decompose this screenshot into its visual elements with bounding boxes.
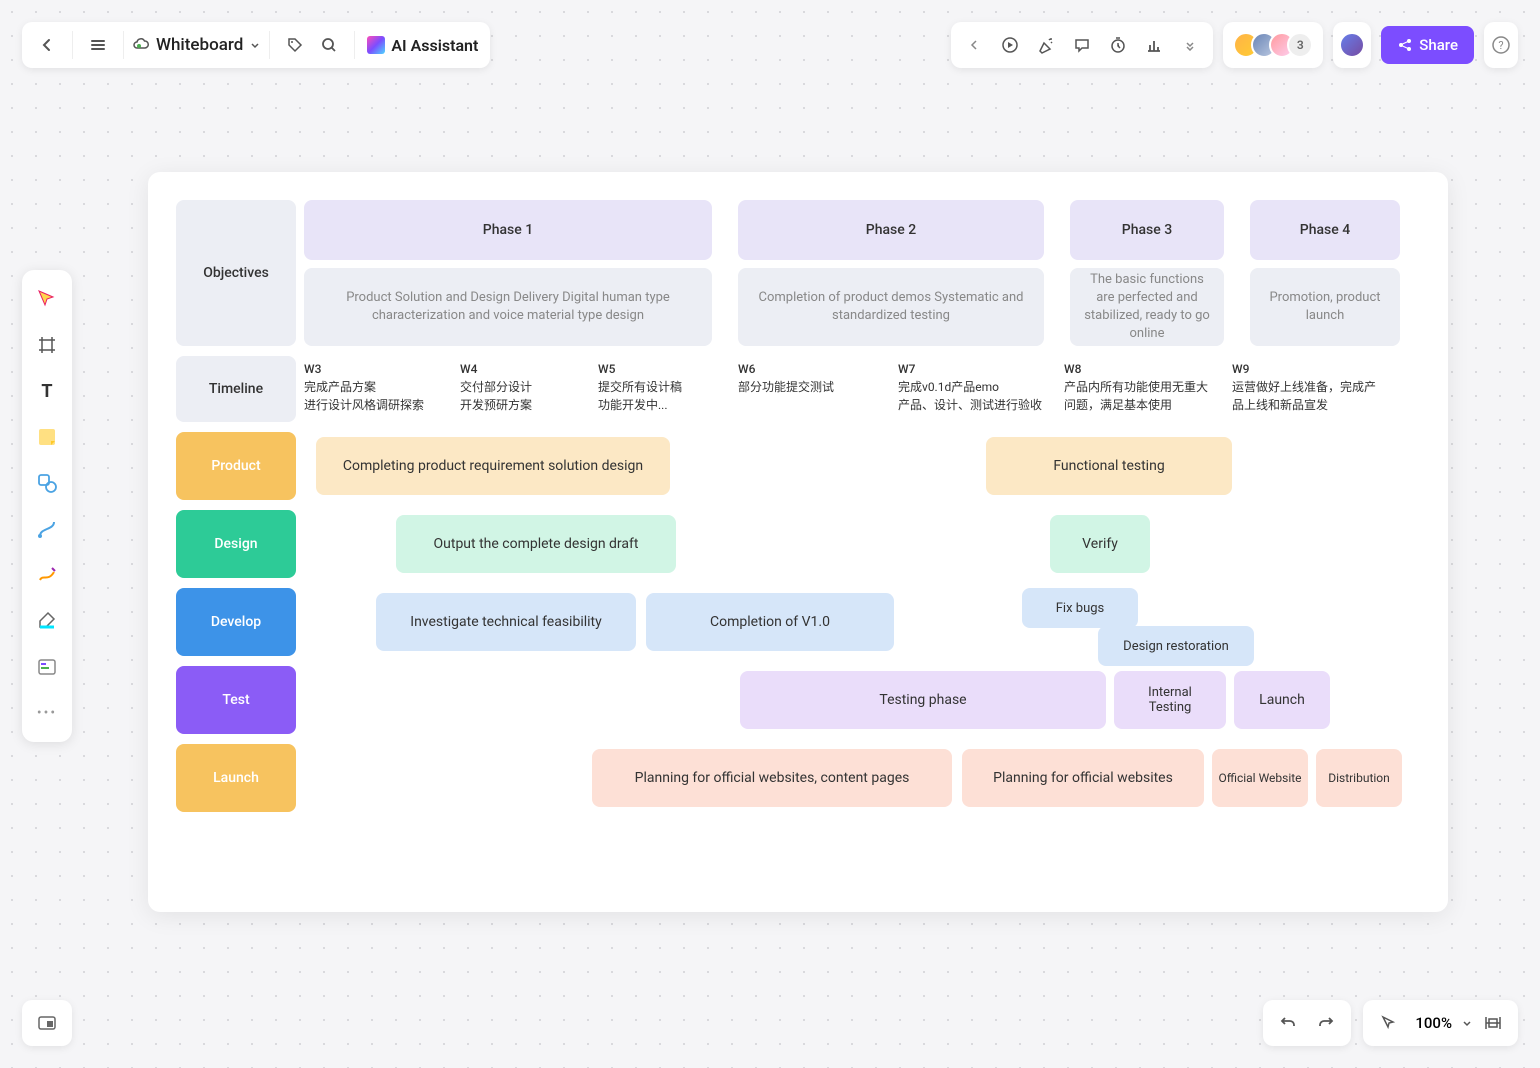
timeline-label[interactable]: Timeline xyxy=(176,356,296,422)
fit-view-button[interactable] xyxy=(1476,1006,1510,1040)
develop-task-1[interactable]: Investigate technical feasibility xyxy=(376,593,636,651)
more-tools[interactable]: ••• xyxy=(28,694,66,732)
test-task-2[interactable]: Internal Testing xyxy=(1114,671,1226,729)
svg-text:T: T xyxy=(41,381,52,401)
phase-3[interactable]: Phase 3 xyxy=(1070,200,1224,260)
test-task-3[interactable]: Launch xyxy=(1234,671,1330,729)
develop-track-label[interactable]: Develop xyxy=(176,588,296,656)
develop-task-4[interactable]: Design restoration xyxy=(1098,626,1254,666)
undo-button[interactable] xyxy=(1271,1006,1305,1040)
chevron-down-icon xyxy=(249,39,261,51)
template-tool[interactable] xyxy=(28,648,66,686)
svg-text:?: ? xyxy=(1498,39,1503,52)
ai-assistant-button[interactable]: AI Assistant xyxy=(355,36,490,55)
help-button[interactable]: ? xyxy=(1484,28,1518,62)
top-left-toolbar: Whiteboard AI Assistant xyxy=(22,22,490,68)
board-title[interactable]: Whiteboard xyxy=(124,35,269,55)
sticky-note-tool[interactable] xyxy=(28,418,66,456)
play-button[interactable] xyxy=(993,28,1027,62)
prev-button[interactable] xyxy=(957,28,991,62)
develop-task-2[interactable]: Completion of V1.0 xyxy=(646,593,894,651)
phase-2-desc[interactable]: Completion of product demos Systematic a… xyxy=(738,268,1044,346)
design-task-2[interactable]: Verify xyxy=(1050,515,1150,573)
product-track-label[interactable]: Product xyxy=(176,432,296,500)
confetti-button[interactable] xyxy=(1029,28,1063,62)
test-task-1[interactable]: Testing phase xyxy=(740,671,1106,729)
launch-task-2[interactable]: Planning for official websites xyxy=(962,749,1204,807)
more-tools-button[interactable] xyxy=(1173,28,1207,62)
shape-tool[interactable] xyxy=(28,464,66,502)
bottom-right-toolbar: 100% xyxy=(1263,1000,1518,1046)
week-w5[interactable]: W5提交所有设计稿功能开发中... xyxy=(598,360,682,414)
week-w8[interactable]: W8产品内所有功能使用无重大问题，满足基本使用 xyxy=(1064,360,1214,414)
phase-1-desc[interactable]: Product Solution and Design Delivery Dig… xyxy=(304,268,712,346)
canvas-board[interactable]: Objectives Phase 1 Phase 2 Phase 3 Phase… xyxy=(148,172,1448,912)
design-track-label[interactable]: Design xyxy=(176,510,296,578)
week-w4[interactable]: W4交付部分设计开发预研方案 xyxy=(460,360,532,414)
connector-tool[interactable] xyxy=(28,510,66,548)
cloud-icon xyxy=(132,36,150,54)
timer-button[interactable] xyxy=(1101,28,1135,62)
chevron-down-icon xyxy=(1462,1018,1472,1028)
phase-1[interactable]: Phase 1 xyxy=(304,200,712,260)
top-right-toolbar: 3 Share ? xyxy=(951,22,1518,68)
ai-assistant-label: AI Assistant xyxy=(391,36,478,55)
week-w7[interactable]: W7完成v0.1d产品emo产品、设计、测试进行验收 xyxy=(898,360,1042,414)
menu-button[interactable] xyxy=(81,28,115,62)
week-w9[interactable]: W9运营做好上线准备，完成产品上线和新品宣发 xyxy=(1232,360,1382,414)
redo-button[interactable] xyxy=(1309,1006,1343,1040)
chart-button[interactable] xyxy=(1137,28,1171,62)
zoom-level[interactable]: 100% xyxy=(1409,1014,1458,1032)
pointer-mode-button[interactable] xyxy=(1371,1006,1405,1040)
frame-tool[interactable] xyxy=(28,326,66,364)
phase-4[interactable]: Phase 4 xyxy=(1250,200,1400,260)
avatar-count: 3 xyxy=(1287,32,1313,58)
cursor-tool[interactable] xyxy=(28,280,66,318)
launch-task-1[interactable]: Planning for official websites, content … xyxy=(592,749,952,807)
share-button[interactable]: Share xyxy=(1381,26,1474,64)
product-task-1[interactable]: Completing product requirement solution … xyxy=(316,437,670,495)
launch-task-4[interactable]: Distribution xyxy=(1316,749,1402,807)
timeline-weeks: W3完成产品方案进行设计风格调研探索 W4交付部分设计开发预研方案 W5提交所有… xyxy=(304,356,1428,422)
design-task-1[interactable]: Output the complete design draft xyxy=(396,515,676,573)
search-button[interactable] xyxy=(312,28,346,62)
left-toolbar: T ••• xyxy=(22,270,72,742)
phase-2[interactable]: Phase 2 xyxy=(738,200,1044,260)
tag-button[interactable] xyxy=(278,28,312,62)
develop-task-3[interactable]: Fix bugs xyxy=(1022,588,1138,628)
launch-task-3[interactable]: Official Website xyxy=(1212,749,1308,807)
week-w3[interactable]: W3完成产品方案进行设计风格调研探索 xyxy=(304,360,424,414)
draw-tool[interactable] xyxy=(28,556,66,594)
week-w6[interactable]: W6部分功能提交测试 xyxy=(738,360,834,396)
objectives-label[interactable]: Objectives xyxy=(176,200,296,346)
test-track-label[interactable]: Test xyxy=(176,666,296,734)
text-tool[interactable]: T xyxy=(28,372,66,410)
product-task-2[interactable]: Functional testing xyxy=(986,437,1232,495)
launch-track-label[interactable]: Launch xyxy=(176,744,296,812)
phase-4-desc[interactable]: Promotion, product launch xyxy=(1250,268,1400,346)
comment-button[interactable] xyxy=(1065,28,1099,62)
share-label: Share xyxy=(1419,36,1458,54)
current-user-avatar[interactable] xyxy=(1339,32,1365,58)
board-title-text: Whiteboard xyxy=(156,35,243,55)
ai-logo-icon xyxy=(367,36,385,54)
back-button[interactable] xyxy=(30,28,64,62)
collaborators[interactable]: 3 xyxy=(1223,22,1323,68)
phase-3-desc[interactable]: The basic functions are perfected and st… xyxy=(1070,268,1224,346)
minimap-button[interactable] xyxy=(22,1000,72,1046)
share-icon xyxy=(1397,37,1413,53)
highlighter-tool[interactable] xyxy=(28,602,66,640)
